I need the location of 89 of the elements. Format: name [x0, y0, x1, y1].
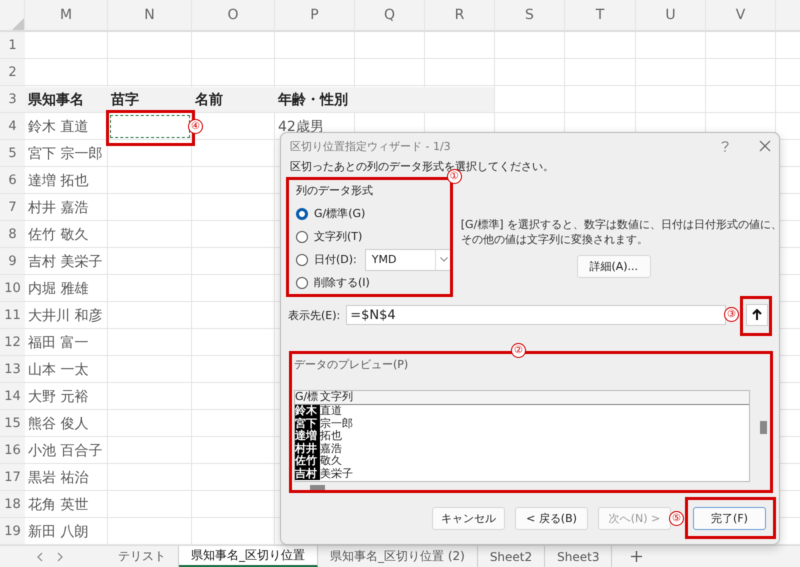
table-cell-text: 名前 [194, 90, 224, 110]
annotation-number: ③ [724, 307, 739, 322]
sheet-tab[interactable]: 県知事名_区切り位置 (2) [318, 546, 478, 567]
row-number[interactable]: 14 [0, 383, 25, 410]
table-cell-text: 熊谷 俊人 [27, 414, 90, 434]
table-cell-text: 年齢・性別 [276, 90, 349, 110]
row-number[interactable]: 12 [0, 329, 25, 356]
row-number[interactable]: 15 [0, 410, 25, 437]
annotation-number: ④ [188, 119, 203, 134]
row-number[interactable]: 4 [0, 113, 25, 140]
table-cell-text: 42歳男 [277, 118, 325, 136]
radio-label[interactable]: G/標準(G) [314, 206, 366, 221]
row-number[interactable]: 7 [0, 194, 25, 221]
column-header[interactable]: N [108, 0, 192, 32]
radio-button[interactable] [296, 254, 308, 266]
radio-label[interactable]: 文字列(T) [314, 229, 362, 244]
table-cell-text: 村井 嘉浩 [27, 198, 90, 218]
table-cell-text: 福田 富一 [27, 334, 90, 352]
row-number[interactable]: 5 [0, 140, 25, 167]
advanced-button[interactable]: 詳細(A)... [576, 255, 651, 278]
radio-label[interactable]: 日付(D): [314, 252, 357, 267]
table-cell-text: 達増 拓也 [27, 172, 90, 190]
table-cell-text: 佐竹 敬久 [27, 226, 90, 244]
row-number[interactable]: 1 [0, 32, 25, 59]
annotation-number: ⑤ [669, 511, 684, 526]
radio-label[interactable]: 削除する(I) [314, 275, 370, 290]
table-cell-text: 大井川 和彦 [27, 306, 104, 326]
row-number[interactable]: 18 [0, 491, 25, 518]
row-number[interactable]: 6 [0, 167, 25, 194]
column-header[interactable]: U [636, 0, 706, 32]
preview-column: 直道 宗一郎 拓也 嘉浩 敬久 美栄子 [320, 405, 749, 480]
column-header[interactable]: R [425, 0, 495, 32]
preview-column: 鈴木 宮下 達増 村井 佐竹 吉村 [295, 405, 320, 480]
annotation-frame [740, 296, 772, 336]
column-header[interactable]: M [25, 0, 108, 32]
table-cell-text: 吉村 美栄子 [27, 252, 104, 272]
date-format-dropdown[interactable]: YMD [364, 248, 453, 270]
table-cell-text: 黒岩 祐治 [27, 468, 90, 488]
preview-column-header: G/標 [295, 391, 320, 405]
radio-button[interactable] [296, 208, 308, 220]
column-header[interactable]: O [192, 0, 275, 32]
row-number[interactable]: 13 [0, 356, 25, 383]
table-cell-text: 花角 英世 [27, 496, 90, 514]
radio-button[interactable] [296, 230, 308, 242]
row-number[interactable]: 17 [0, 464, 25, 491]
row-number[interactable]: 3 [0, 86, 25, 113]
table-cell-text: 大野 元裕 [27, 388, 90, 406]
preview-label: データのプレビュー(P) [294, 357, 408, 372]
sheet-tab[interactable]: Sheet2 [478, 546, 546, 567]
dialog-button[interactable]: < 戻る(B) [515, 507, 588, 530]
row-number[interactable]: 8 [0, 221, 25, 248]
help-icon[interactable] [721, 140, 729, 152]
column-header[interactable]: T [565, 0, 636, 32]
destination-field[interactable]: =$N$4 [346, 305, 726, 325]
sheet-tab[interactable]: 県知事名_区切り位置 [179, 546, 318, 567]
table-cell-text: 山本 一太 [27, 360, 90, 380]
scrollbar-thumb[interactable] [760, 421, 767, 434]
dialog-title: 区切り位置指定ウィザード - 1/3 [290, 138, 452, 154]
row-number[interactable]: 9 [0, 248, 25, 275]
table-cell-text: 鈴木 直道 [27, 118, 90, 136]
arrow-up-icon [752, 309, 762, 321]
column-header[interactable]: Q [355, 0, 425, 32]
row-number[interactable]: 11 [0, 302, 25, 329]
row-number[interactable]: 16 [0, 437, 25, 464]
annotation-number: ② [511, 343, 526, 358]
description-text: [G/標準] を選択すると、数字は数値に、日付は日付形式の値に、 [460, 217, 782, 232]
dialog-button[interactable]: キャンセル [432, 507, 505, 530]
row-number[interactable]: 2 [0, 59, 25, 86]
table-cell-text: 内堀 雅雄 [27, 280, 90, 298]
sheet-tab[interactable]: Sheet3 [545, 546, 612, 567]
table-cell-text: 県知事名 [27, 90, 85, 110]
triangle-icon [12, 18, 24, 30]
column-header[interactable]: P [275, 0, 355, 32]
radio-button[interactable] [296, 276, 308, 288]
column-header[interactable]: S [495, 0, 565, 32]
row-number[interactable]: 10 [0, 275, 25, 302]
table-cell-text: 新田 八朗 [27, 522, 90, 542]
table-cell-text: 苗字 [110, 90, 140, 110]
description-text: その他の値は文字列に変換されます。 [460, 232, 648, 247]
row-number[interactable]: 19 [0, 518, 25, 545]
close-icon[interactable] [759, 140, 771, 152]
table-cell-text: 宮下 宗一郎 [27, 144, 104, 164]
dialog-button[interactable]: 完了(F) [693, 507, 766, 530]
group-label: 列のデータ形式 [296, 183, 373, 198]
table-cell-text: 小池 百合子 [27, 442, 104, 460]
column-header[interactable]: V [706, 0, 776, 32]
collapse-button[interactable] [746, 304, 768, 326]
preview-column-header: 文字列 [320, 391, 749, 405]
destination-label: 表示先(E): [288, 308, 340, 322]
